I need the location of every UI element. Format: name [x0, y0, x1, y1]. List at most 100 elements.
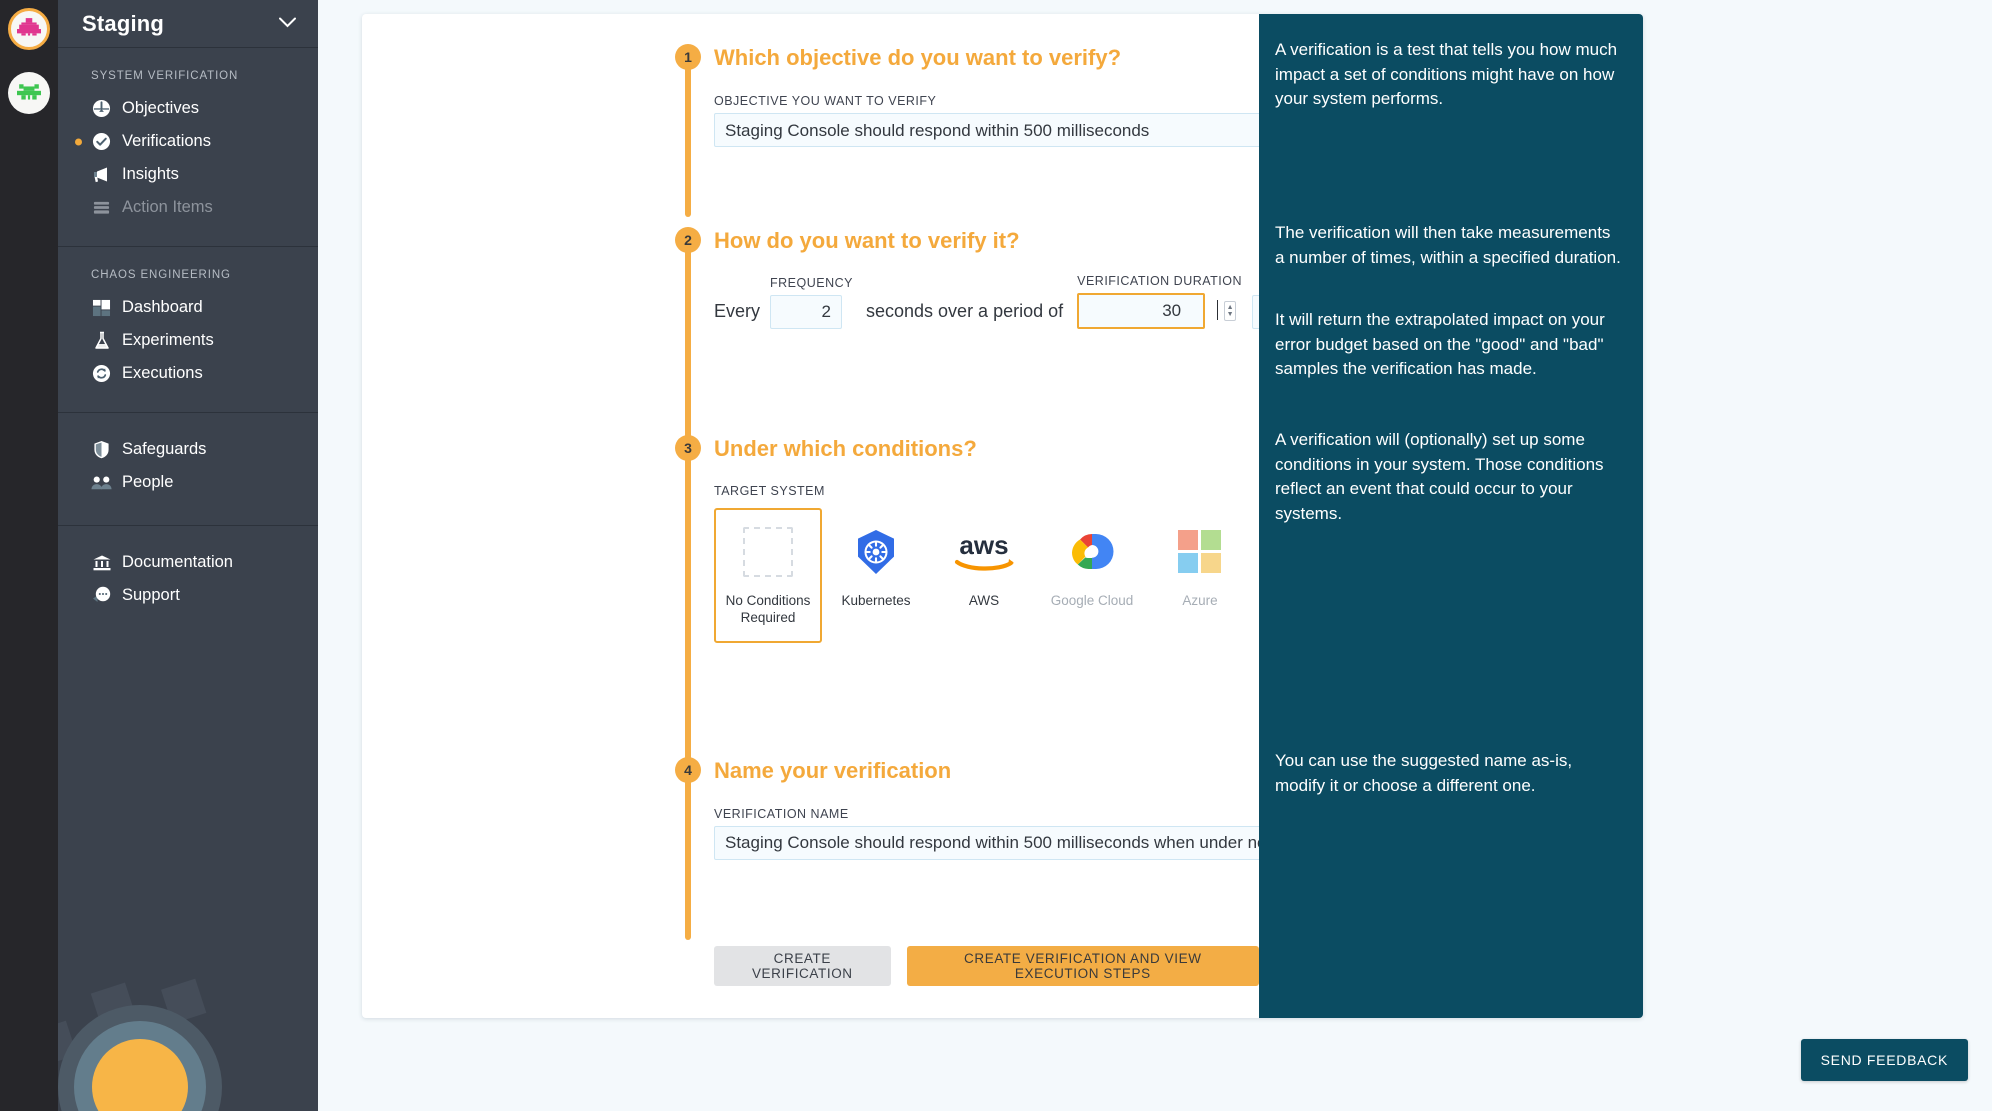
- target-card-label: Google Cloud: [1050, 593, 1134, 608]
- sidebar-item-objectives[interactable]: Objectives: [58, 92, 318, 125]
- refresh-circle-icon: [91, 363, 112, 384]
- sidebar-item-label: Support: [122, 586, 180, 604]
- sidebar-item-insights[interactable]: Insights: [58, 158, 318, 191]
- target-system-field-label: TARGET SYSTEM: [714, 484, 825, 498]
- check-circle-icon: [91, 131, 112, 152]
- step-1-objective: 1 Which objective do you want to verify?…: [675, 44, 1351, 217]
- duration-input[interactable]: [1077, 293, 1206, 329]
- inbox-icon: [91, 197, 112, 218]
- sidebar-group-system-verification: SYSTEM VERIFICATION Objectives Verificat…: [58, 48, 318, 236]
- frequency-field-label: FREQUENCY: [770, 276, 853, 290]
- step-4-name: 4 Name your verification VERIFICATION NA…: [675, 757, 1351, 940]
- decorative-gear-graphic: [58, 978, 222, 1111]
- sidebar-item-label: People: [122, 473, 174, 491]
- step-number-badge: 2: [675, 227, 701, 253]
- target-card-label: AWS: [968, 593, 1000, 608]
- help-paragraph-1: A verification is a test that tells you …: [1275, 40, 1618, 108]
- sidebar-group-label: CHAOS ENGINEERING: [91, 269, 231, 281]
- sidebar-item-label: Safeguards: [122, 440, 207, 458]
- target-card-label: Kubernetes: [841, 593, 911, 608]
- verification-name-field-label: VERIFICATION NAME: [714, 807, 849, 821]
- sidebar-item-action-items[interactable]: Action Items: [58, 191, 318, 224]
- invader-icon: [17, 18, 41, 36]
- target-system-list: No Conditions Required Kubernetes aws AW…: [714, 508, 1295, 643]
- sidebar-item-experiments[interactable]: Experiments: [58, 324, 318, 357]
- target-card-label: Azure: [1182, 593, 1218, 608]
- action-buttons: CREATE VERIFICATION CREATE VERIFICATION …: [714, 946, 1259, 986]
- sidebar-item-safeguards[interactable]: Safeguards: [58, 433, 318, 466]
- frequency-middle-text: seconds over a period of: [866, 301, 1064, 321]
- sidebar-item-label: Executions: [122, 364, 203, 382]
- objective-select[interactable]: Staging Console should respond within 50…: [714, 113, 1351, 147]
- sidebar-item-label: Insights: [122, 165, 179, 183]
- create-verification-button[interactable]: CREATE VERIFICATION: [714, 946, 891, 986]
- verification-form: 1 Which objective do you want to verify?…: [362, 14, 1355, 1018]
- bank-book-icon: [91, 552, 112, 573]
- step-number-badge: 1: [675, 44, 701, 70]
- svg-text:aws: aws: [959, 530, 1008, 560]
- frequency-prefix-text: Every: [714, 301, 761, 321]
- help-paragraph-2: The verification will then take measurem…: [1275, 223, 1621, 267]
- org-avatar-secondary[interactable]: [8, 72, 50, 114]
- target-card-azure[interactable]: Azure: [1146, 508, 1254, 643]
- shield-icon: [91, 439, 112, 460]
- sidebar-item-label: Objectives: [122, 99, 200, 117]
- create-verification-and-view-steps-button[interactable]: CREATE VERIFICATION AND VIEW EXECUTION S…: [906, 946, 1259, 986]
- sidebar-org-title: Staging: [82, 10, 165, 36]
- help-panel: A verification is a test that tells you …: [1259, 14, 1643, 1018]
- number-spinner-icon[interactable]: ▲ ▼: [1224, 301, 1237, 321]
- azure-logo-icon: [1177, 522, 1223, 582]
- people-icon: [91, 472, 112, 493]
- step-title: Name your verification: [714, 758, 952, 783]
- target-card-no-conditions[interactable]: No Conditions Required: [714, 508, 822, 643]
- sidebar-item-verifications[interactable]: Verifications: [58, 125, 318, 158]
- google-cloud-logo-icon: [1067, 522, 1117, 582]
- step-connector-line: [685, 448, 691, 798]
- step-title: Which objective do you want to verify?: [714, 45, 1122, 70]
- sidebar-item-support[interactable]: Support: [58, 579, 318, 612]
- sidebar-item-dashboard[interactable]: Dashboard: [58, 291, 318, 324]
- sidebar-item-label: Documentation: [122, 553, 233, 571]
- objectives-gauge-icon: [91, 98, 112, 119]
- sidebar: Staging SYSTEM VERIFICATION Objectives V…: [58, 0, 318, 1111]
- sidebar-item-people[interactable]: People: [58, 466, 318, 499]
- step-number-badge: 3: [675, 435, 701, 461]
- verification-name-input[interactable]: [714, 826, 1351, 860]
- sidebar-header[interactable]: Staging: [58, 0, 318, 48]
- sidebar-item-label: Action Items: [122, 198, 213, 216]
- duration-field-label: VERIFICATION DURATION: [1077, 274, 1243, 288]
- chevron-down-icon[interactable]: [279, 15, 296, 33]
- target-card-aws[interactable]: aws AWS: [930, 508, 1038, 643]
- dashed-square-icon: [743, 522, 793, 582]
- target-card-label: No Conditions Required: [725, 593, 811, 625]
- objective-select-wrap: Staging Console should respond within 50…: [714, 113, 1351, 147]
- verification-wizard-card: 1 Which objective do you want to verify?…: [362, 14, 1643, 1018]
- step-connector-line: [685, 240, 691, 440]
- objective-field-label: OBJECTIVE YOU WANT TO VERIFY: [714, 94, 937, 108]
- step-connector-line: [685, 57, 691, 217]
- aws-logo-icon: aws: [951, 522, 1017, 582]
- sidebar-item-label: Experiments: [122, 331, 214, 349]
- help-paragraph-3: It will return the extrapolated impact o…: [1275, 310, 1605, 378]
- sidebar-item-label: Verifications: [122, 132, 211, 150]
- target-card-google-cloud[interactable]: Google Cloud: [1038, 508, 1146, 643]
- step-title: Under which conditions?: [714, 436, 977, 461]
- sidebar-item-label: Dashboard: [122, 298, 203, 316]
- send-feedback-button[interactable]: SEND FEEDBACK: [1800, 1039, 1968, 1081]
- step-number-badge: 4: [675, 757, 701, 783]
- help-paragraph-4: A verification will (optionally) set up …: [1275, 430, 1604, 523]
- sidebar-item-executions[interactable]: Executions: [58, 357, 318, 390]
- frequency-input[interactable]: [770, 295, 843, 329]
- help-paragraph-5: You can use the suggested name as-is, mo…: [1275, 751, 1573, 795]
- org-avatar-staging[interactable]: [8, 8, 50, 50]
- sidebar-group-resources: Documentation Support: [58, 526, 318, 628]
- duration-field: VERIFICATION DURATION ▲▼: [1077, 274, 1242, 329]
- step-connector-line: [685, 770, 691, 940]
- target-card-kubernetes[interactable]: Kubernetes: [822, 508, 930, 643]
- org-rail: [0, 0, 58, 1111]
- sidebar-item-documentation[interactable]: Documentation: [58, 546, 318, 579]
- chat-bubble-icon: [91, 585, 112, 606]
- text-cursor: [1217, 300, 1219, 320]
- dashboard-grid-icon: [91, 297, 112, 318]
- kubernetes-logo-icon: [854, 522, 898, 582]
